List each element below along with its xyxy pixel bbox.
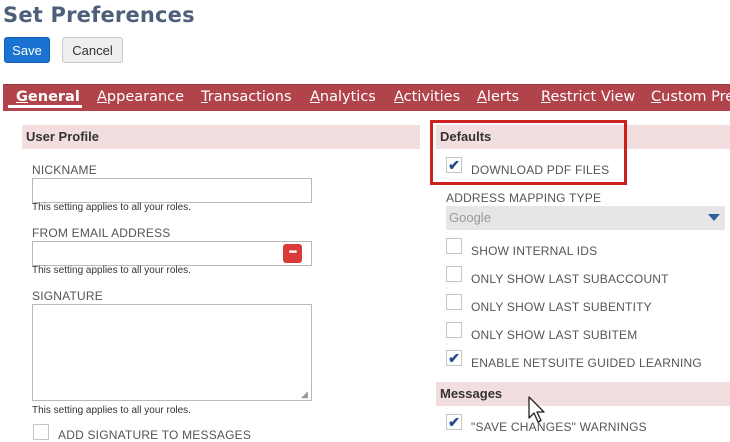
tab-alerts[interactable]: Alerts <box>477 89 519 105</box>
nickname-field[interactable] <box>32 178 312 203</box>
chevron-down-icon[interactable] <box>708 214 720 221</box>
add-signature-label: ADD SIGNATURE TO MESSAGES <box>58 428 252 442</box>
highlight-box <box>430 120 627 185</box>
tab-transactions[interactable]: Transactions <box>201 89 292 105</box>
guided-learning-label: ENABLE NETSUITE GUIDED LEARNING <box>471 356 702 370</box>
show-internal-ids-label: SHOW INTERNAL IDS <box>471 244 598 258</box>
tab-appearance[interactable]: Appearance <box>97 89 184 105</box>
last-subaccount-checkbox[interactable] <box>446 266 462 282</box>
tab-restrict-view[interactable]: Restrict View <box>541 89 635 105</box>
add-signature-checkbox[interactable] <box>33 424 49 440</box>
save-changes-warnings-checkbox[interactable]: ✔ <box>446 414 462 430</box>
more-dots-icon[interactable]: ••• <box>283 244 302 263</box>
from-email-field[interactable] <box>32 241 312 266</box>
nickname-hint: This setting applies to all your roles. <box>32 202 191 213</box>
show-internal-ids-checkbox[interactable] <box>446 238 462 254</box>
last-subentity-label: ONLY SHOW LAST SUBENTITY <box>471 300 652 314</box>
address-mapping-label: ADDRESS MAPPING TYPE <box>446 191 602 205</box>
page-title: Set Preferences <box>3 3 195 27</box>
tab-general[interactable]: General <box>16 89 80 105</box>
address-mapping-select[interactable]: Google <box>446 206 725 230</box>
from-email-hint: This setting applies to all your roles. <box>32 265 191 276</box>
cancel-button[interactable]: Cancel <box>62 37 123 63</box>
signature-label: SIGNATURE <box>32 289 103 303</box>
resize-handle-icon[interactable]: ◢ <box>301 390 310 399</box>
tab-custom-preferences[interactable]: Custom Pref <box>651 89 730 105</box>
tab-activities[interactable]: Activities <box>394 89 460 105</box>
active-tab-indicator <box>8 105 82 108</box>
check-icon: ✔ <box>448 414 460 430</box>
save-changes-warnings-label: "SAVE CHANGES" WARNINGS <box>471 420 647 434</box>
from-email-label: FROM EMAIL ADDRESS <box>32 226 171 240</box>
signature-field[interactable] <box>32 304 312 401</box>
mouse-pointer-icon <box>528 396 545 423</box>
save-button[interactable]: Save <box>4 37 50 63</box>
address-mapping-value: Google <box>449 210 491 225</box>
last-subaccount-label: ONLY SHOW LAST SUBACCOUNT <box>471 272 669 286</box>
user-profile-header: User Profile <box>22 125 420 149</box>
last-subitem-label: ONLY SHOW LAST SUBITEM <box>471 328 638 342</box>
guided-learning-checkbox[interactable]: ✔ <box>446 350 462 366</box>
last-subentity-checkbox[interactable] <box>446 294 462 310</box>
messages-header: Messages <box>436 382 730 406</box>
tab-bar: General Appearance Transactions Analytic… <box>3 84 730 111</box>
signature-hint: This setting applies to all your roles. <box>32 405 191 416</box>
tab-analytics[interactable]: Analytics <box>310 89 376 105</box>
nickname-label: NICKNAME <box>32 163 97 177</box>
check-icon: ✔ <box>448 350 460 366</box>
last-subitem-checkbox[interactable] <box>446 322 462 338</box>
